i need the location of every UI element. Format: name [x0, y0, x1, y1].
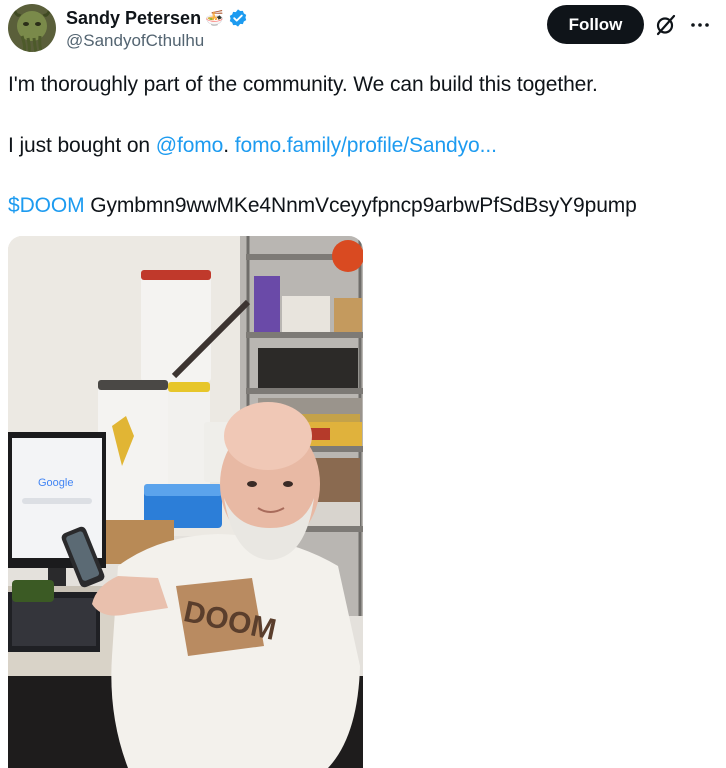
post-text-line-3: $DOOM Gymbmn9wwMKe4NnmVceyyfpncp9arbwPfS… [8, 194, 637, 218]
post-text-separator: . [223, 134, 235, 157]
user-handle[interactable]: @SandyofCthulhu [66, 31, 204, 51]
mention-link[interactable]: @fomo [156, 134, 224, 157]
user-name-row[interactable]: Sandy Petersen 🍜 [66, 6, 248, 30]
display-name[interactable]: Sandy Petersen [66, 8, 201, 29]
grok-icon[interactable] [654, 13, 678, 37]
post-text-line-2: I just bought on @fomo. fomo.family/prof… [8, 134, 497, 158]
cashtag-link[interactable]: $DOOM [8, 194, 85, 217]
verified-icon [228, 8, 248, 28]
follow-button[interactable]: Follow [547, 5, 644, 44]
post-text: I just bought on [8, 134, 156, 157]
contract-address: Gymbmn9wwMKe4NnmVceyyfpncp9arbwPfSdBsyY9… [84, 194, 637, 217]
monitor-text: Google [38, 477, 73, 489]
post-photo[interactable]: Google DOOM [8, 236, 363, 768]
more-icon[interactable] [688, 13, 712, 37]
badge-emoji: 🍜 [205, 10, 224, 27]
post-text-line-1: I'm thoroughly part of the community. We… [8, 73, 598, 96]
profile-link[interactable]: fomo.family/profile/Sandyo... [235, 134, 497, 157]
avatar[interactable] [8, 4, 56, 52]
